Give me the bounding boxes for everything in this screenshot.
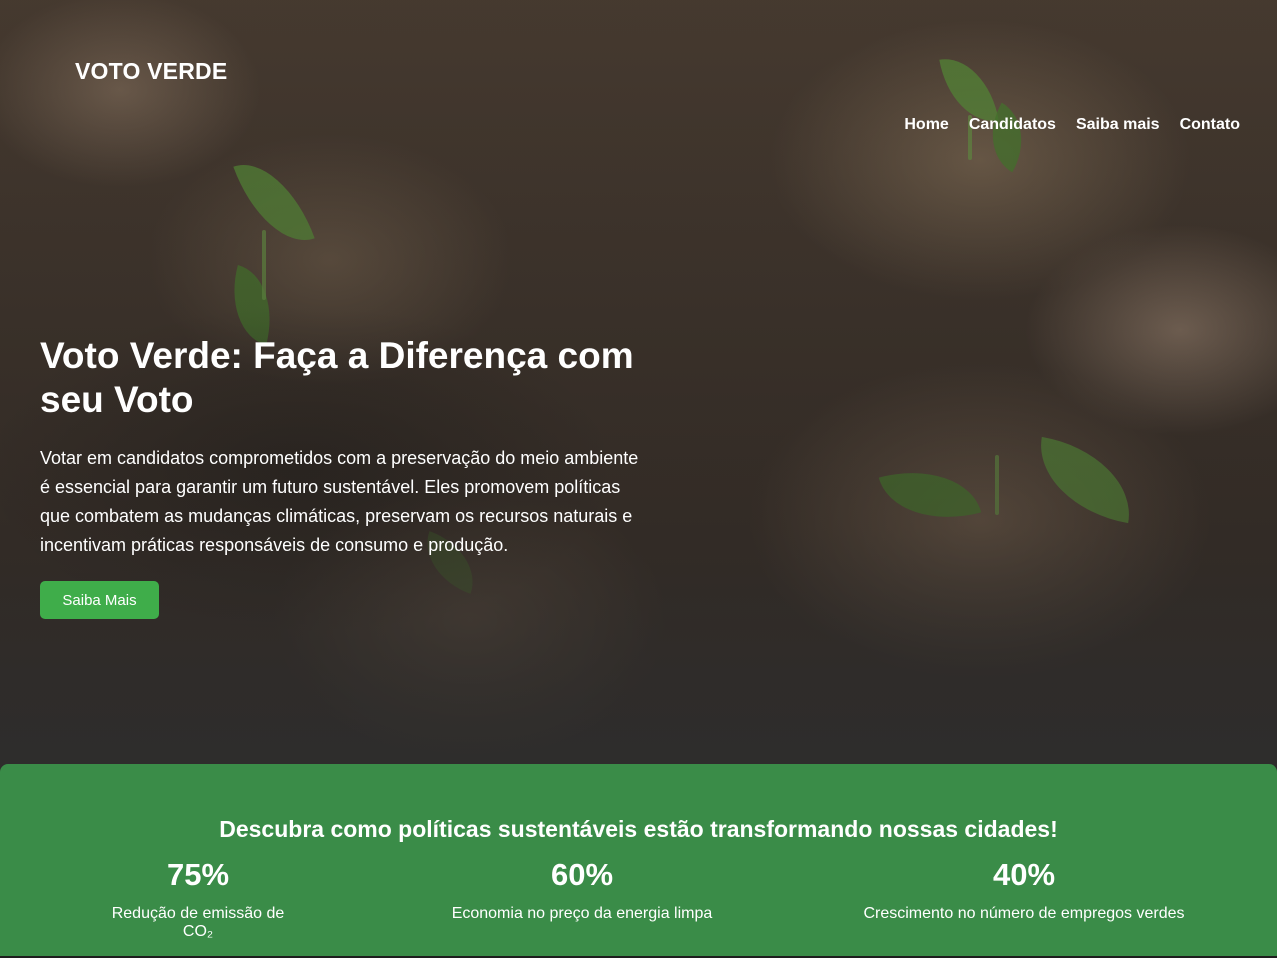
stat-value: 75% (166, 857, 230, 892)
nav-candidatos[interactable]: Candidatos (969, 116, 1056, 134)
stat-value: 40% (992, 857, 1056, 892)
stat-item: 75% Redução de emissão de CO₂ (95, 857, 301, 941)
stat-label: Economia no preço da energia limpa (451, 905, 713, 922)
site-logo[interactable]: VOTO VERDE (75, 58, 227, 85)
nav-home[interactable]: Home (904, 116, 948, 134)
stats-title: Descubra como políticas sustentáveis est… (219, 816, 1058, 842)
hero-content: Voto Verde: Faça a Diferença com seu Vot… (40, 334, 660, 619)
nav-saiba-mais[interactable]: Saiba mais (1076, 116, 1160, 134)
saiba-mais-button[interactable]: Saiba Mais (40, 581, 159, 619)
stat-value: 60% (550, 857, 614, 892)
stat-label: Redução de emissão de CO₂ (111, 905, 285, 940)
main-nav: Home Candidatos Saiba mais Contato (904, 116, 1240, 134)
hero-title: Voto Verde: Faça a Diferença com seu Vot… (40, 335, 634, 420)
stat-label: Crescimento no número de empregos verdes (863, 905, 1185, 922)
stat-item: 60% Economia no preço da energia limpa (451, 857, 713, 923)
stats-section: Descubra como políticas sustentáveis est… (0, 764, 1277, 958)
hero-description: Votar em candidatos comprometidos com a … (40, 448, 639, 555)
stat-item: 40% Crescimento no número de empregos ve… (863, 857, 1185, 923)
nav-contato[interactable]: Contato (1180, 116, 1240, 134)
